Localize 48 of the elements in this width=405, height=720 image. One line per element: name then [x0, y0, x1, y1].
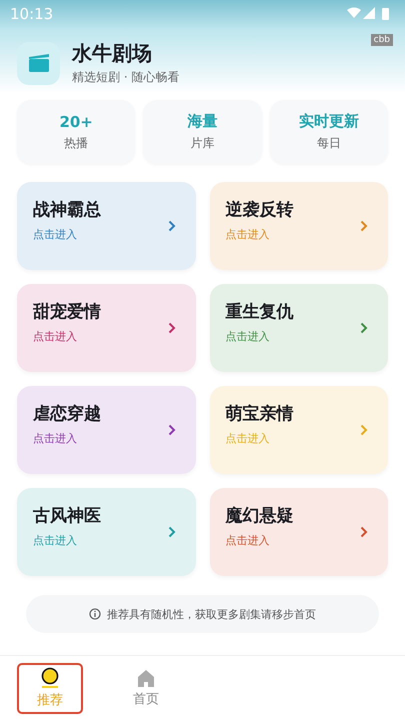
genre-title: 古风神医	[33, 505, 101, 527]
enter-link: 点击进入	[33, 431, 78, 446]
genre-card[interactable]: 古风神医 点击进入	[17, 488, 196, 576]
chevron-icon	[168, 322, 176, 334]
enter-link: 点击进入	[226, 227, 270, 242]
circle-icon	[39, 667, 61, 689]
enter-link: 点击进入	[226, 533, 270, 548]
status-time: 10:13	[10, 5, 54, 23]
enter-link: 点击进入	[33, 329, 78, 344]
stat-label: 热播	[64, 134, 88, 152]
info-icon	[89, 608, 101, 620]
enter-link: 点击进入	[226, 431, 270, 446]
enter-link: 点击进入	[226, 329, 270, 344]
app-title: 水牛剧场	[72, 40, 153, 67]
genre-title: 战神霸总	[33, 199, 101, 221]
chevron-icon	[168, 526, 176, 538]
genre-title: 甜宠爱情	[33, 301, 101, 323]
chevron-icon	[168, 220, 176, 232]
app-logo	[17, 42, 60, 84]
stat-label: 每日	[316, 135, 341, 152]
genre-card[interactable]: 甜宠爱情 点击进入	[17, 284, 196, 372]
enter-link: 点击进入	[33, 533, 78, 548]
enter-link: 点击进入	[33, 227, 78, 242]
genre-card[interactable]: 萌宝亲情 点击进入	[210, 386, 388, 474]
app-subtitle: 精选短剧 · 随心畅看	[72, 69, 180, 86]
genre-card[interactable]: 魔幻悬疑 点击进入	[210, 488, 388, 576]
stat-value: 海量	[187, 112, 218, 131]
chevron-icon	[360, 322, 368, 334]
chevron-icon	[360, 424, 368, 436]
genre-card[interactable]: 战神霸总 点击进入	[17, 182, 196, 270]
chevron-icon	[360, 220, 368, 232]
genre-card[interactable]: 重生复仇 点击进入	[210, 284, 388, 372]
chevron-icon	[360, 526, 368, 538]
genre-title: 萌宝亲情	[226, 403, 294, 425]
genre-title: 重生复仇	[226, 301, 294, 323]
genre-card[interactable]: 逆袭反转 点击进入	[210, 182, 388, 270]
stat-label: 片库	[190, 135, 214, 152]
genre-card[interactable]: 虐恋穿越 点击进入	[17, 386, 196, 474]
genre-title: 虐恋穿越	[33, 403, 101, 425]
stat-value: 20+	[59, 112, 93, 130]
genre-title: 魔幻悬疑	[226, 505, 294, 527]
genre-title: 逆袭反转	[226, 199, 294, 221]
chevron-icon	[168, 424, 176, 436]
nav-tab[interactable]: 首页	[113, 662, 179, 714]
home-icon	[136, 668, 156, 688]
stat-value: 实时更新	[298, 112, 359, 131]
notice-text: 推荐具有随机性，获取更多剧集请移步首页	[107, 606, 316, 622]
corner-tag: cbb	[370, 34, 393, 46]
